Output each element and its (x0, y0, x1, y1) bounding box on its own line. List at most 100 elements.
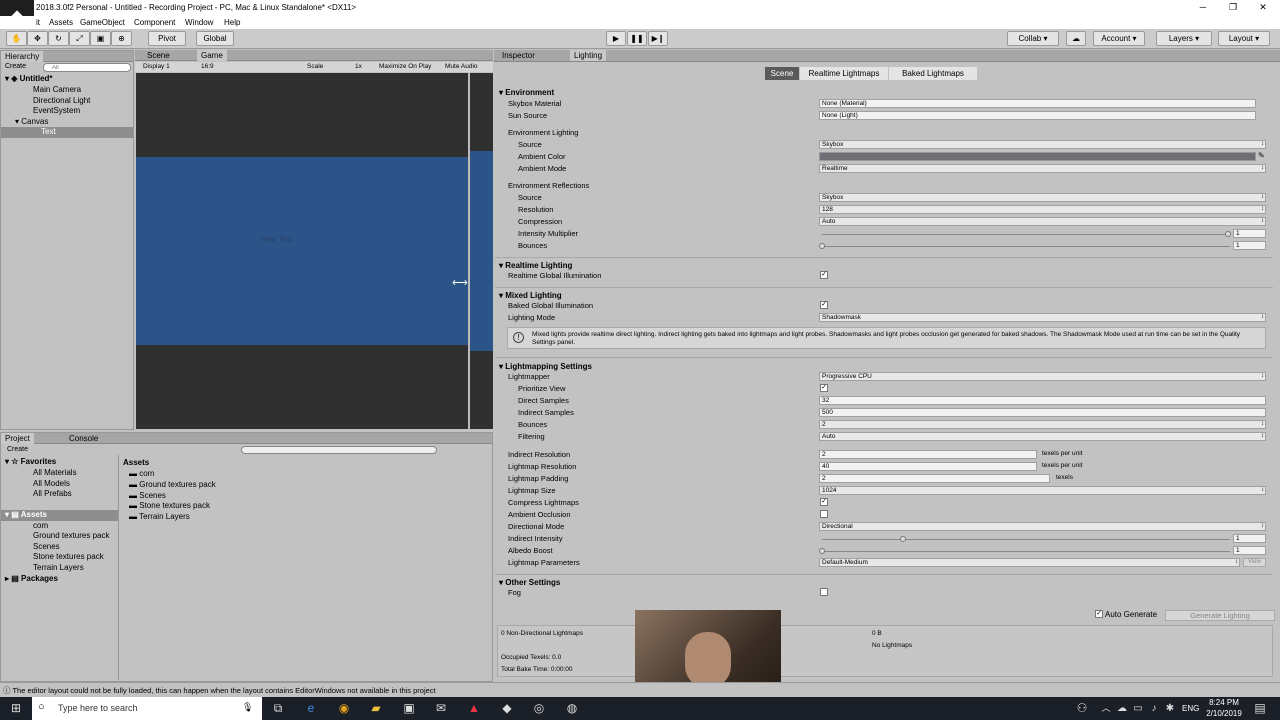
section-realtime-lighting[interactable]: ▾ Realtime Lighting (499, 261, 572, 270)
edge-icon[interactable]: e (303, 701, 319, 717)
menu-help[interactable]: Help (224, 18, 240, 27)
favorites-node[interactable]: ▾ ☆ Favorites (5, 457, 56, 468)
indirect-samples-field[interactable]: 500 (819, 408, 1266, 417)
project-search-input[interactable] (241, 446, 437, 454)
scale-value[interactable]: 1x (355, 62, 362, 72)
step-button[interactable]: ▶❙ (648, 31, 668, 46)
taskbar-search[interactable]: ○ Type here to search 🎙 (32, 697, 262, 720)
indirect-intensity-knob[interactable] (900, 536, 906, 542)
layout-dropdown[interactable]: Layout ▾ (1218, 31, 1270, 46)
scene-root[interactable]: ▾ ◈ Untitled* (5, 74, 53, 85)
aspect-dropdown[interactable]: 16:9 (201, 62, 214, 72)
recorder-icon[interactable]: ◎ (531, 701, 547, 717)
bounces-slider[interactable] (822, 246, 1230, 247)
folder-scenes[interactable]: ▬ Scenes (129, 491, 166, 502)
folder-ground[interactable]: ▬ Ground textures pack (129, 480, 216, 491)
hierarchy-item-directional-light[interactable]: Directional Light (33, 96, 90, 107)
menu-component[interactable]: Component (134, 18, 175, 27)
view-button[interactable]: View (1243, 558, 1266, 567)
chrome-icon[interactable]: ◉ (336, 701, 352, 717)
albedo-boost-field[interactable]: 1 (1233, 546, 1266, 555)
sun-source-field[interactable]: None (Light) (819, 111, 1256, 120)
refl-source-dropdown[interactable]: Skybox (819, 193, 1266, 202)
assets-breadcrumb[interactable]: Assets (123, 458, 149, 467)
intensity-field[interactable]: 1 (1233, 229, 1266, 238)
notifications-icon[interactable]: ▤ (1252, 701, 1268, 717)
bgi-checkbox[interactable]: ✓ (820, 301, 828, 309)
hierarchy-item-canvas[interactable]: ▾ Canvas (15, 117, 48, 128)
hierarchy-item-main-camera[interactable]: Main Camera (33, 85, 81, 96)
lightmap-padding-field[interactable]: 2 (819, 474, 1050, 483)
tab-hierarchy[interactable]: Hierarchy (1, 51, 44, 62)
rgi-checkbox[interactable]: ✓ (820, 271, 828, 279)
section-lightmapping[interactable]: ▾ Lightmapping Settings (499, 362, 592, 371)
asset-tree-com[interactable]: com (33, 521, 48, 532)
bounces-slider-knob[interactable] (819, 243, 825, 249)
app-icon[interactable]: ▲ (466, 701, 482, 717)
asset-tree-ground[interactable]: Ground textures pack (33, 531, 109, 542)
section-mixed-lighting[interactable]: ▾ Mixed Lighting (499, 291, 562, 300)
hand-tool-icon[interactable]: ✋ (6, 31, 27, 46)
auto-generate-checkbox[interactable]: ✓ (1095, 610, 1103, 618)
prioritize-view-checkbox[interactable]: ✓ (820, 384, 828, 392)
maximize-on-play-toggle[interactable]: Maximize On Play (379, 62, 431, 72)
rect-tool-icon[interactable]: ▣ (90, 31, 111, 46)
menu-window[interactable]: Window (185, 18, 213, 27)
mode-realtime-button[interactable]: Realtime Lightmaps (800, 67, 888, 80)
auto-generate[interactable]: ✓ Auto Generate (1095, 610, 1161, 620)
network-icon[interactable]: ▭ (1130, 701, 1146, 717)
asset-tree-scenes[interactable]: Scenes (33, 542, 60, 553)
volume-icon[interactable]: ♪ (1146, 701, 1162, 717)
section-other-settings[interactable]: ▾ Other Settings (499, 578, 560, 587)
ambient-mode-dropdown[interactable]: Realtime (819, 164, 1266, 173)
eyedropper-icon[interactable]: ✎ (1258, 151, 1265, 160)
packages-node[interactable]: ▸ ▤ Packages (5, 574, 58, 585)
menu-gameobject[interactable]: GameObject (80, 18, 125, 27)
fav-all-models[interactable]: All Models (33, 479, 70, 490)
filtering-dropdown[interactable]: Auto (819, 432, 1266, 441)
project-create-button[interactable]: Create (7, 446, 28, 453)
section-environment[interactable]: ▾ Environment (499, 88, 554, 97)
folder-com[interactable]: ▬ com (129, 469, 154, 480)
bluetooth-icon[interactable]: ✱ (1162, 701, 1178, 717)
tab-scene[interactable]: Scene (143, 50, 174, 61)
folder-terrain[interactable]: ▬ Terrain Layers (129, 512, 190, 523)
cloud-tray-icon[interactable]: ☁ (1114, 701, 1130, 717)
tab-console[interactable]: Console (65, 433, 102, 444)
windows-start-icon[interactable]: ⊞ (8, 701, 24, 717)
pause-button[interactable]: ❚❚ (627, 31, 647, 46)
layers-dropdown[interactable]: Layers ▾ (1156, 31, 1212, 46)
indirect-intensity-field[interactable]: 1 (1233, 534, 1266, 543)
compress-lightmaps-checkbox[interactable]: ✓ (820, 498, 828, 506)
lightmap-parameters-dropdown[interactable]: Default-Medium (819, 558, 1240, 567)
albedo-boost-slider[interactable] (822, 551, 1230, 552)
direct-samples-field[interactable]: 32 (819, 396, 1266, 405)
tab-game[interactable]: Game (197, 50, 227, 61)
assets-node[interactable]: ▾ ▤ Assets (1, 510, 118, 521)
indirect-intensity-slider[interactable] (822, 539, 1230, 540)
mode-scene-button[interactable]: Scene (765, 67, 799, 80)
hierarchy-item-eventsystem[interactable]: EventSystem (33, 106, 80, 117)
pivot-button[interactable]: Pivot (148, 31, 186, 46)
store-icon[interactable]: ▣ (401, 701, 417, 717)
clock-date[interactable]: 2/10/2019 (1202, 709, 1246, 718)
project-divider[interactable] (118, 455, 119, 680)
asset-tree-stone[interactable]: Stone textures pack (33, 552, 104, 563)
mute-audio-toggle[interactable]: Mute Audio (445, 62, 478, 72)
play-button[interactable]: ▶ (606, 31, 626, 46)
lightmapper-dropdown[interactable]: Progressive CPU (819, 372, 1266, 381)
compression-dropdown[interactable]: Auto (819, 217, 1266, 226)
mail-icon[interactable]: ✉ (433, 701, 449, 717)
generate-lighting-button[interactable]: Generate Lighting (1165, 610, 1275, 621)
fav-all-prefabs[interactable]: All Prefabs (33, 489, 72, 500)
menu-edit[interactable]: it (36, 18, 40, 27)
transform-tool-icon[interactable]: ⊕ (111, 31, 132, 46)
folder-stone[interactable]: ▬ Stone textures pack (129, 501, 210, 512)
intensity-slider-knob[interactable] (1225, 231, 1231, 237)
lightmap-resolution-field[interactable]: 40 (819, 462, 1037, 471)
task-view-icon[interactable]: ⧉ (270, 701, 286, 717)
global-button[interactable]: Global (196, 31, 234, 46)
collab-dropdown[interactable]: Collab ▾ (1007, 31, 1059, 46)
indirect-resolution-field[interactable]: 2 (819, 450, 1037, 459)
env-source-dropdown[interactable]: Skybox (819, 140, 1266, 149)
